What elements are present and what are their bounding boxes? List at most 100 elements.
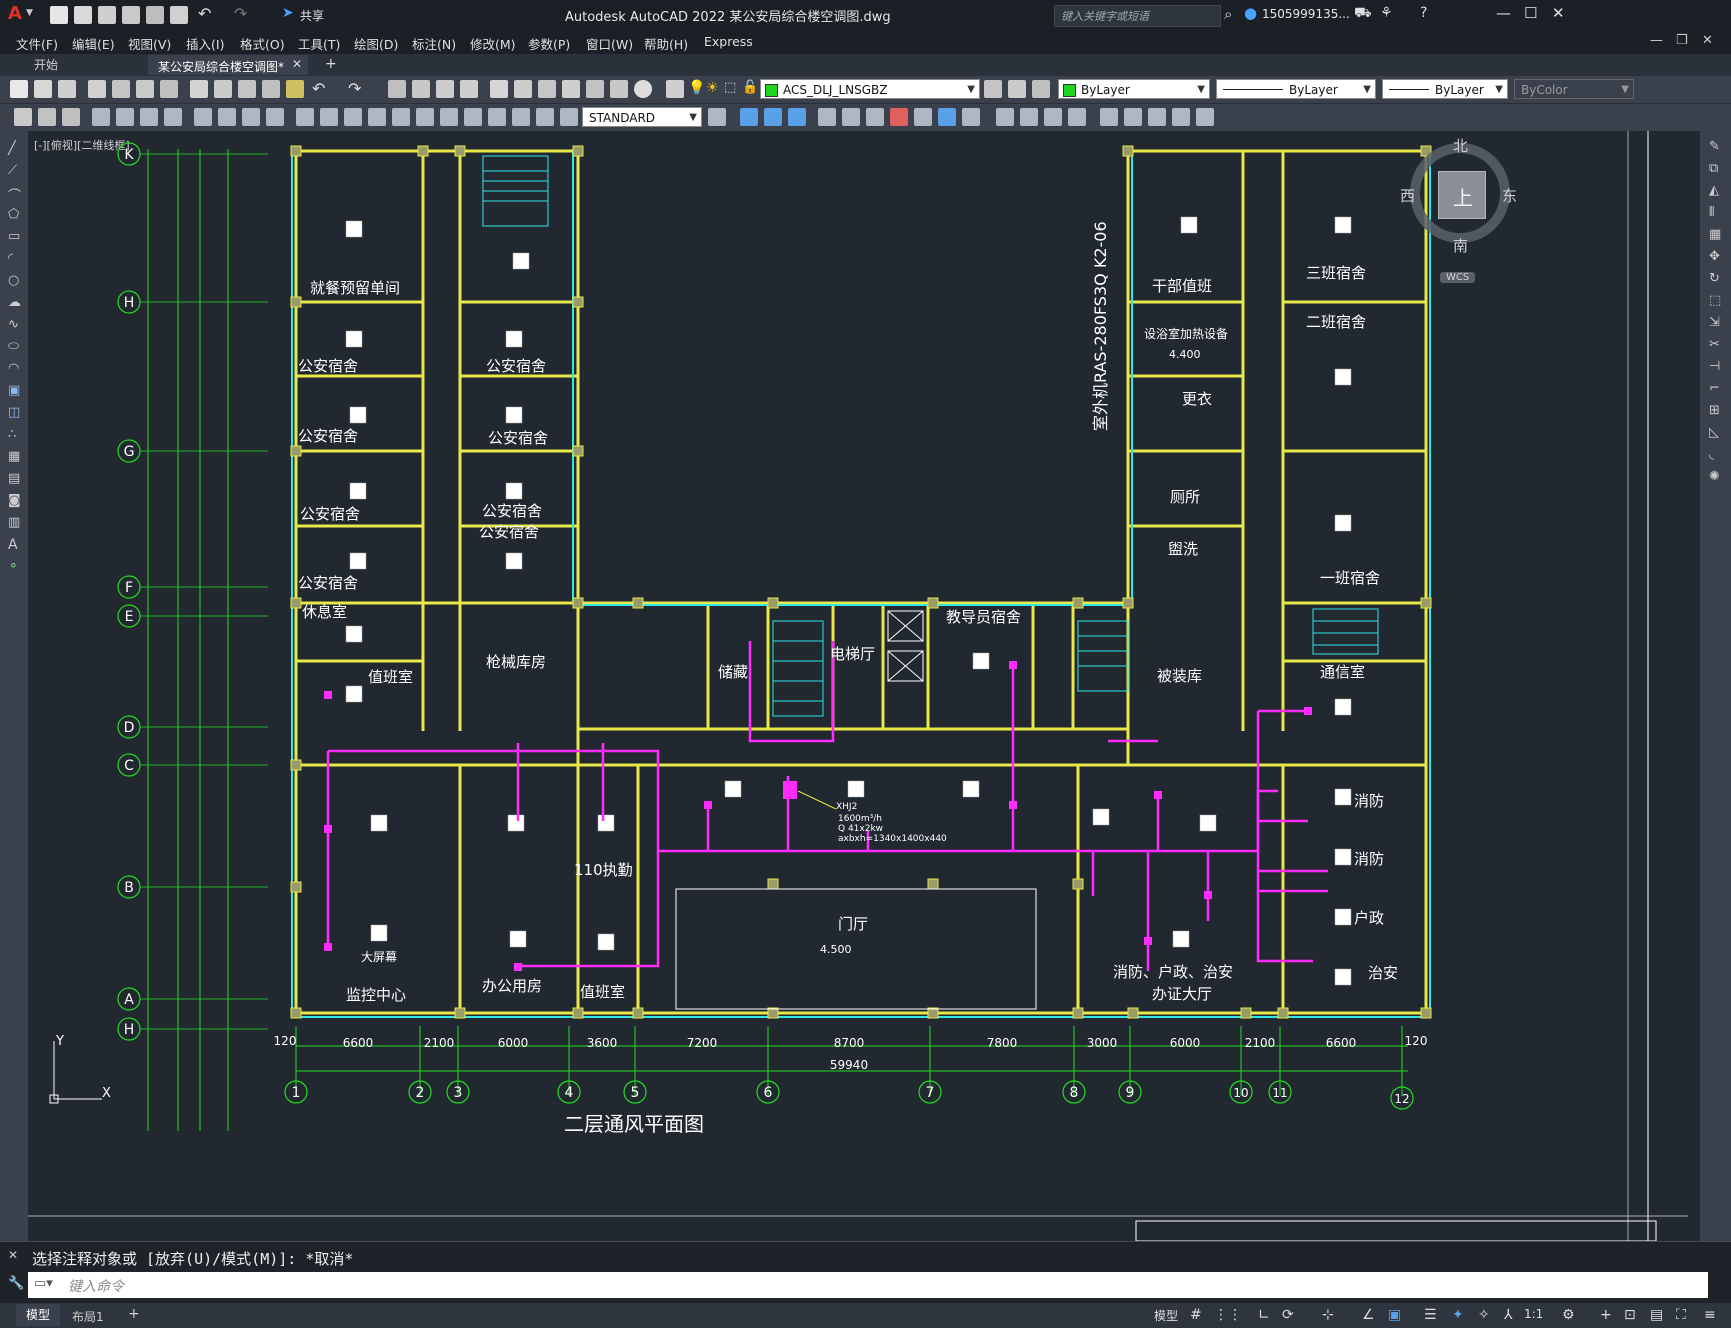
ortho-icon[interactable]: ∟ — [1258, 1307, 1270, 1323]
selection-cycling-icon[interactable]: ☰ — [1424, 1307, 1437, 1323]
modify-move-icon[interactable] — [818, 108, 836, 126]
menu-window[interactable]: 窗口(W) — [586, 34, 633, 53]
customization-icon[interactable]: ≡ — [1704, 1307, 1716, 1323]
command-input[interactable]: ▭▾ 键入命令 — [28, 1272, 1708, 1298]
ellipse-icon[interactable]: ⬭ — [8, 339, 19, 354]
modify-mirror-icon[interactable] — [914, 108, 932, 126]
minimize-icon[interactable]: — — [1496, 4, 1511, 22]
viewcube-north[interactable]: 北 — [1453, 135, 1468, 156]
dim-break-icon[interactable] — [392, 108, 410, 126]
hatch-icon[interactable]: ▦ — [8, 449, 20, 464]
modify-array-icon[interactable] — [938, 108, 956, 126]
lineweight-dropdown[interactable]: ByLayer ▼ — [1382, 79, 1508, 99]
plot-icon[interactable] — [88, 80, 106, 98]
chamfer-icon[interactable]: ◺ — [1709, 425, 1719, 440]
quick-props-icon[interactable]: ▤ — [1650, 1307, 1663, 1323]
help-toolbar-icon[interactable] — [634, 80, 652, 98]
layer-freeze-icon[interactable]: ☀ — [706, 80, 719, 96]
arc-icon[interactable]: ◜ — [8, 251, 13, 266]
doc-minimize-icon[interactable]: — — [1650, 33, 1663, 48]
color-dropdown[interactable]: ByLayer ▼ — [1058, 79, 1210, 99]
fillet-icon[interactable]: ◟ — [1709, 447, 1714, 462]
cut-icon[interactable] — [190, 80, 208, 98]
modify-join-icon[interactable] — [1172, 108, 1190, 126]
polygon-icon[interactable]: ⬠ — [8, 207, 19, 222]
grid-icon[interactable]: # — [1190, 1307, 1202, 1323]
ellipse-arc-icon[interactable]: ◠ — [8, 361, 19, 376]
share-button[interactable]: 共享 — [300, 7, 324, 24]
calculator-icon[interactable] — [610, 80, 628, 98]
auto-scale-icon[interactable]: ✧ — [1478, 1307, 1490, 1323]
snap-icon[interactable]: ⋮⋮ — [1214, 1307, 1242, 1323]
markup-icon[interactable] — [586, 80, 604, 98]
annotation-visibility-icon[interactable]: ✦ — [1452, 1307, 1464, 1323]
dim-space-icon[interactable] — [368, 108, 386, 126]
table-icon[interactable]: ▥ — [8, 515, 20, 530]
redo-icon[interactable]: ↷ — [234, 4, 247, 23]
modify-explode-icon[interactable] — [1148, 108, 1166, 126]
viewcube-south[interactable]: 南 — [1453, 235, 1468, 256]
search-icon[interactable]: ⌕ — [1224, 5, 1232, 23]
mirror-icon[interactable]: ◭ — [1709, 183, 1719, 198]
settings-gear-icon[interactable]: ⚙ — [1562, 1307, 1575, 1323]
add-selected-icon[interactable]: ⚬ — [8, 559, 19, 574]
block-editor-icon[interactable] — [286, 80, 304, 98]
model-space-button[interactable]: 模型 — [1154, 1307, 1178, 1324]
polar-icon[interactable]: ⟳ — [1282, 1307, 1294, 1323]
stretch-icon[interactable]: ⇲ — [1709, 315, 1720, 330]
dim-angular-icon[interactable] — [266, 108, 284, 126]
app-menu-chevron-icon[interactable]: ▼ — [26, 8, 33, 18]
annotation-scale-icon[interactable]: ⅄ — [1504, 1307, 1513, 1323]
menu-edit[interactable]: 编辑(E) — [72, 34, 115, 53]
preview-icon[interactable] — [112, 80, 130, 98]
autocad-logo[interactable]: A — [8, 3, 22, 24]
inspection-icon[interactable] — [464, 108, 482, 126]
center-mark-icon[interactable] — [440, 108, 458, 126]
jogged-linear-icon[interactable] — [488, 108, 506, 126]
help-icon[interactable]: ? — [1420, 5, 1427, 21]
make-block-icon[interactable]: ◫ — [8, 405, 20, 420]
cart-icon[interactable]: ⛟ — [1354, 5, 1372, 23]
maximize-icon[interactable]: ☐ — [1524, 4, 1537, 22]
save-icon[interactable] — [98, 6, 116, 24]
sheetset-icon[interactable] — [562, 80, 580, 98]
extend-icon[interactable]: ⊣ — [1709, 359, 1720, 374]
layer-properties-icon[interactable] — [666, 80, 684, 98]
properties-icon[interactable] — [490, 80, 508, 98]
dim-ordinate-icon[interactable] — [164, 108, 182, 126]
dim-diameter-icon[interactable] — [242, 108, 260, 126]
dim-quick-icon[interactable] — [296, 108, 314, 126]
region-icon[interactable]: ◙ — [8, 493, 21, 508]
menu-insert[interactable]: 插入(I) — [186, 34, 224, 53]
modify-trim-icon[interactable] — [1044, 108, 1062, 126]
modify-break-icon[interactable] — [1196, 108, 1214, 126]
qsave-icon[interactable] — [58, 80, 76, 98]
command-prompt-icon[interactable]: ▭▾ — [34, 1276, 53, 1291]
viewcube-west[interactable]: 西 — [1400, 185, 1415, 206]
save-as-icon[interactable] — [122, 6, 140, 24]
draworder-back-icon[interactable] — [764, 108, 782, 126]
layer-dropdown[interactable]: ACS_DLJ_LNSGBZ ▼ — [760, 79, 980, 99]
circle-icon[interactable]: ○ — [8, 273, 19, 288]
redo-toolbar-icon[interactable]: ↷ — [348, 79, 361, 98]
qopen-icon[interactable] — [34, 80, 52, 98]
quick-dim-icon[interactable] — [38, 108, 56, 126]
tab-layout1[interactable]: 布局1 — [72, 1308, 104, 1325]
dim-baseline-icon[interactable] — [320, 108, 338, 126]
rotate-icon[interactable]: ↻ — [1709, 271, 1720, 286]
array-icon[interactable]: ▦ — [1709, 227, 1721, 242]
menu-tools[interactable]: 工具(T) — [298, 34, 340, 53]
dim-update-icon[interactable] — [62, 108, 80, 126]
zoom-previous-icon[interactable] — [460, 80, 478, 98]
pan-icon[interactable] — [388, 80, 406, 98]
menu-express[interactable]: Express — [704, 34, 753, 49]
trim-icon[interactable]: ✂ — [1709, 337, 1720, 352]
dim-edit-icon[interactable] — [512, 108, 530, 126]
tab-model[interactable]: 模型 — [16, 1304, 61, 1326]
line-icon[interactable]: ╱ — [8, 141, 16, 156]
layer-on-icon[interactable]: 💡 — [688, 80, 705, 96]
dim-jogged-icon[interactable] — [218, 108, 236, 126]
linetype-dropdown[interactable]: ByLayer ▼ — [1216, 79, 1376, 99]
draworder-above-icon[interactable] — [788, 108, 806, 126]
menu-modify[interactable]: 修改(M) — [470, 34, 516, 53]
